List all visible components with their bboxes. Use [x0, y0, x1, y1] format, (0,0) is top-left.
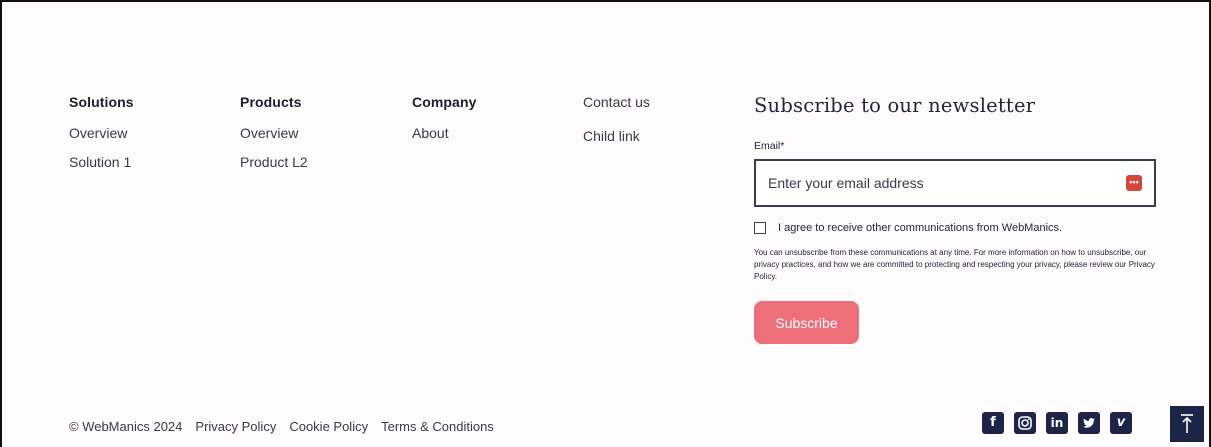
footer-container: Solutions Overview Solution 1 Products O… [0, 0, 1211, 447]
link-product-l2[interactable]: Product L2 [240, 154, 308, 170]
linkedin-icon[interactable]: in [1046, 412, 1068, 434]
twitter-icon[interactable] [1078, 412, 1100, 434]
link-solution-1[interactable]: Solution 1 [69, 154, 134, 170]
consent-label[interactable]: I agree to receive other communications … [778, 222, 1062, 234]
privacy-policy-link[interactable]: Privacy Policy [195, 419, 276, 434]
vimeo-icon[interactable]: v [1110, 412, 1132, 434]
email-field[interactable] [768, 175, 1126, 191]
column-heading-products: Products [240, 94, 302, 110]
newsletter-form: Subscribe to our newsletter Email* ••• I… [754, 94, 1156, 344]
email-label: Email* [754, 140, 785, 152]
column-heading-company: Company [412, 94, 477, 110]
newsletter-title: Subscribe to our newsletter [754, 94, 1036, 117]
cookie-policy-link[interactable]: Cookie Policy [289, 419, 368, 434]
password-manager-icon[interactable]: ••• [1126, 175, 1142, 191]
footer-column-products: Products Overview Product L2 [240, 94, 308, 183]
back-to-top-button[interactable] [1170, 406, 1204, 442]
link-child-link[interactable]: Child link [583, 128, 650, 144]
instagram-icon[interactable] [1014, 412, 1036, 434]
arrow-up-icon [1181, 414, 1193, 433]
social-links: f in v [982, 412, 1142, 434]
email-field-container: ••• [754, 159, 1156, 207]
link-solutions-overview[interactable]: Overview [69, 125, 134, 141]
footer-column-contact: Contact us Child link [583, 94, 650, 162]
consent-row: I agree to receive other communications … [754, 222, 1156, 234]
column-heading-solutions: Solutions [69, 94, 134, 110]
footer-bottom-bar: © WebManics 2024 Privacy Policy Cookie P… [69, 419, 507, 434]
copyright: © WebManics 2024 [69, 419, 183, 434]
subscribe-button[interactable]: Subscribe [754, 301, 859, 344]
privacy-fine-print: You can unsubscribe from these communica… [754, 248, 1155, 281]
consent-checkbox[interactable] [754, 222, 766, 234]
terms-conditions-link[interactable]: Terms & Conditions [381, 419, 494, 434]
link-about[interactable]: About [412, 125, 477, 141]
link-contact-us[interactable]: Contact us [583, 94, 650, 110]
footer-column-solutions: Solutions Overview Solution 1 [69, 94, 134, 183]
footer-column-company: Company About [412, 94, 477, 154]
link-products-overview[interactable]: Overview [240, 125, 308, 141]
facebook-icon[interactable]: f [982, 412, 1004, 434]
